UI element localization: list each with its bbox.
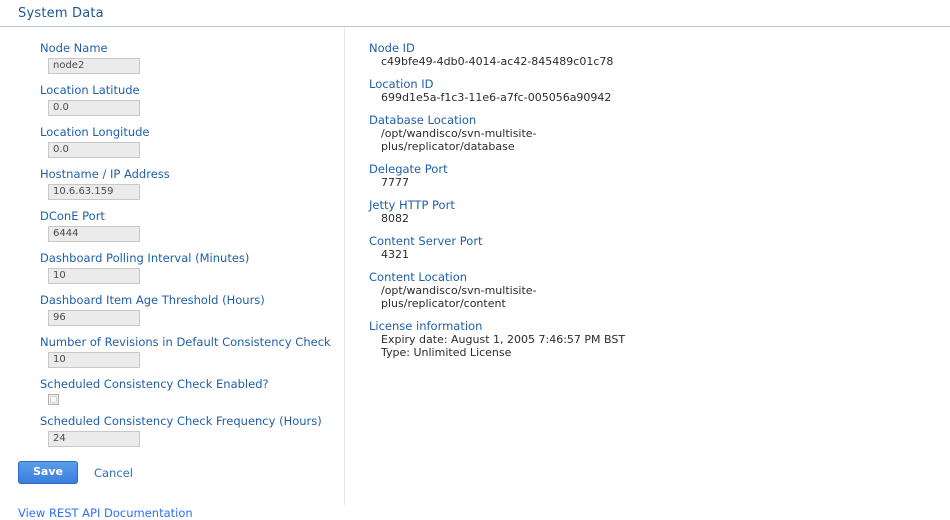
field-input[interactable] (48, 268, 140, 284)
rest-api-documentation-link[interactable]: View REST API Documentation (0, 506, 193, 520)
info-item: Node ID c49bfe49-4db0-4014-ac42-845489c01… (369, 41, 950, 68)
info-value-line: c49bfe49-4db0-4014-ac42-845489c01c78 (381, 55, 614, 68)
info-value-line: plus/replicator/database (381, 140, 515, 153)
info-item: License information Expiry date: August 1… (369, 319, 950, 359)
field-label: Dashboard Polling Interval (Minutes) (40, 251, 250, 265)
field-input[interactable] (48, 310, 140, 326)
field-label: Dashboard Item Age Threshold (Hours) (40, 293, 265, 307)
info-label: Location ID (369, 77, 434, 91)
info-value-line: 699d1e5a-f1c3-11e6-a7fc-005056a90942 (381, 91, 612, 104)
form-field: Dashboard Item Age Threshold (Hours) (0, 293, 344, 326)
field-input[interactable] (48, 58, 140, 74)
field-label: DConE Port (40, 209, 105, 223)
field-label: Hostname / IP Address (40, 167, 170, 181)
info-label: Delegate Port (369, 162, 448, 176)
info-label: Content Location (369, 270, 468, 284)
info-value: 4321 (369, 248, 541, 261)
content-area: Node Name Location Latitude Location Longi… (0, 27, 950, 520)
info-value: 699d1e5a-f1c3-11e6-a7fc-005056a90942 (369, 91, 612, 104)
info-value-line: /opt/wandisco/svn-multisite- (381, 127, 537, 140)
form-field: Node Name (0, 41, 344, 74)
info-label: Jetty HTTP Port (369, 198, 455, 212)
info-item: Database Location/opt/wandisco/svn-multi… (369, 113, 950, 153)
info-value: 7777 (369, 176, 541, 189)
info-item: Jetty HTTP Port 8082 (369, 198, 950, 225)
field-input[interactable] (48, 226, 140, 242)
info-value: /opt/wandisco/svn-multisite-plus/replica… (369, 127, 541, 153)
info-value: /opt/wandisco/svn-multisite-plus/replica… (369, 284, 541, 310)
info-label: Node ID (369, 41, 415, 55)
info-value-line: Type: Unlimited License (381, 346, 512, 359)
info-item: Content Location/opt/wandisco/svn-multis… (369, 270, 950, 310)
system-info-panel: Node ID c49bfe49-4db0-4014-ac42-845489c01… (345, 27, 950, 505)
form-field: DConE Port (0, 209, 344, 242)
field-label: Location Longitude (40, 125, 150, 139)
system-data-form: Node Name Location Latitude Location Longi… (0, 27, 345, 520)
info-label: Content Server Port (369, 234, 483, 248)
field-label: Node Name (40, 41, 108, 55)
info-value-line: 4321 (381, 248, 409, 261)
form-field: Scheduled Consistency Check Enabled? (0, 377, 344, 405)
form-field: Dashboard Polling Interval (Minutes) (0, 251, 344, 284)
form-field: Location Longitude (0, 125, 344, 158)
info-value-line: Expiry date: August 1, 2005 7:46:57 PM B… (381, 333, 626, 346)
field-input[interactable] (48, 100, 140, 116)
field-label: Number of Revisions in Default Consisten… (40, 335, 331, 349)
page-title: System Data (18, 6, 104, 21)
info-value-line: /opt/wandisco/svn-multisite- (381, 284, 537, 297)
info-value-line: 7777 (381, 176, 409, 189)
page-header: System Data (0, 0, 950, 27)
save-button[interactable]: Save (18, 461, 78, 484)
field-label: Location Latitude (40, 83, 140, 97)
form-field: Location Latitude (0, 83, 344, 116)
info-items-list: Node ID c49bfe49-4db0-4014-ac42-845489c01… (369, 41, 950, 359)
info-value-line: plus/replicator/content (381, 297, 506, 310)
info-value: c49bfe49-4db0-4014-ac42-845489c01c78 (369, 55, 614, 68)
form-field: Number of Revisions in Default Consisten… (0, 335, 344, 368)
info-value-line: 8082 (381, 212, 409, 225)
info-label: License information (369, 319, 483, 333)
form-field: Hostname / IP Address (0, 167, 344, 200)
info-value: Expiry date: August 1, 2005 7:46:57 PM B… (369, 333, 950, 359)
form-field: Scheduled Consistency Check Frequency (H… (0, 414, 344, 447)
field-label: Scheduled Consistency Check Frequency (H… (40, 414, 322, 428)
form-actions: Save Cancel (0, 461, 344, 484)
info-item: Location ID 699d1e5a-f1c3-11e6-a7fc-00505… (369, 77, 950, 104)
field-input[interactable] (48, 431, 140, 447)
field-input[interactable] (48, 184, 140, 200)
info-label: Database Location (369, 113, 477, 127)
info-item: Content Server Port 4321 (369, 234, 950, 261)
scheduled-consistency-check-checkbox[interactable] (48, 394, 59, 405)
cancel-link[interactable]: Cancel (94, 466, 133, 480)
field-input[interactable] (48, 142, 140, 158)
field-input[interactable] (48, 352, 140, 368)
info-item: Delegate Port 7777 (369, 162, 950, 189)
form-fields-list: Node Name Location Latitude Location Longi… (0, 41, 344, 447)
info-value: 8082 (369, 212, 541, 225)
field-label: Scheduled Consistency Check Enabled? (40, 377, 269, 391)
